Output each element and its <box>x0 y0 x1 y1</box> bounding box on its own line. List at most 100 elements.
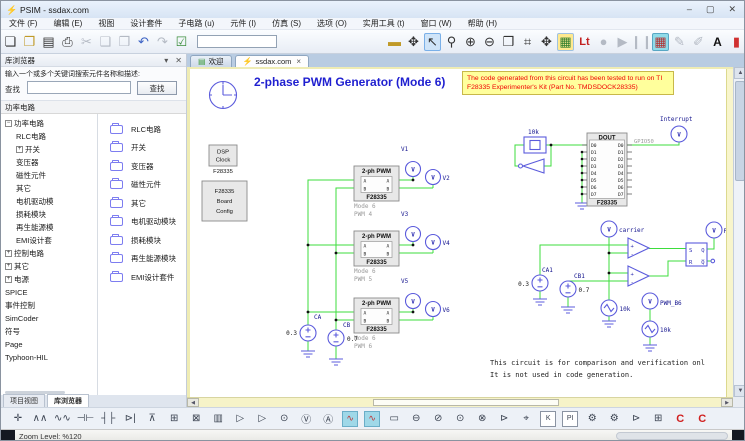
zoom-icon[interactable]: ⚲ <box>443 33 460 51</box>
find-button[interactable]: 查找 <box>137 81 177 95</box>
open-file-icon[interactable]: ❐ <box>21 33 38 51</box>
comparator-1[interactable]: + - <box>628 238 649 258</box>
tree-item[interactable]: 变压器 <box>1 156 97 169</box>
expand-icon[interactable]: + <box>5 263 12 270</box>
expand-icon[interactable]: + <box>5 250 12 257</box>
resistor-block-icon[interactable]: ▭ <box>386 411 402 427</box>
pause-icon[interactable]: ❙❙ <box>633 33 650 51</box>
comparator-2[interactable]: + - <box>628 266 649 286</box>
library-folder-item[interactable]: 再生能源模块 <box>98 250 186 269</box>
oscillator-resistor[interactable]: 10k <box>524 129 546 153</box>
scope-icon[interactable]: ∿ <box>342 411 358 427</box>
menu-item[interactable]: 帮助 (H) <box>460 18 505 29</box>
save-icon[interactable]: ▤ <box>40 33 57 51</box>
tab-library-browser[interactable]: 库浏览器 <box>47 394 89 407</box>
pi-block-icon[interactable]: PI <box>562 411 578 427</box>
current-sensor-icon[interactable]: ⚙ <box>606 411 622 427</box>
transformer-icon[interactable]: ⊞ <box>166 411 182 427</box>
capacitor-polar-icon[interactable]: ┤├ <box>100 411 116 427</box>
search-input[interactable] <box>27 81 131 94</box>
menu-item[interactable]: 子电路 (u) <box>170 18 222 29</box>
voltage-sensor-icon[interactable]: ⚙ <box>584 411 600 427</box>
library-folder-item[interactable]: EMI设计套件 <box>98 268 186 287</box>
menu-item[interactable]: 设计套件 <box>122 18 170 29</box>
menu-item[interactable]: 元件 (I) <box>222 18 264 29</box>
scope-icon[interactable]: ▦ <box>652 33 669 51</box>
opamp-icon[interactable]: ▷ <box>232 411 248 427</box>
source-ca1[interactable]: CA1 0.3 <box>518 267 553 291</box>
gain-block-icon[interactable]: K <box>540 411 556 427</box>
collapse-icon[interactable]: − <box>5 120 12 127</box>
pan-hand-icon[interactable]: ✥ <box>405 33 422 51</box>
diode-icon[interactable]: ⊳| <box>122 411 138 427</box>
paste-icon[interactable]: ❒ <box>116 33 133 51</box>
buffer-icon[interactable]: ⊳ <box>496 411 512 427</box>
tree-item[interactable]: SPICE <box>1 286 97 299</box>
source-sine-icon[interactable]: ⊘ <box>430 411 446 427</box>
menu-item[interactable]: 文件 (F) <box>1 18 45 29</box>
transformer-3ph-icon[interactable]: ⊠ <box>188 411 204 427</box>
copy-icon[interactable]: ❑ <box>97 33 114 51</box>
cut-icon[interactable]: ✂ <box>78 33 95 51</box>
junction-icon[interactable]: ✛ <box>10 411 26 427</box>
mosfet-icon[interactable]: ⊼ <box>144 411 160 427</box>
c-block-icon[interactable]: C <box>694 411 710 427</box>
tree-item[interactable]: 事件控制 <box>1 299 97 312</box>
zoom-area-icon[interactable]: ⌗ <box>519 33 536 51</box>
inductor-icon[interactable]: ∿∿ <box>54 411 71 427</box>
opamp-2-icon[interactable]: ▷ <box>254 411 270 427</box>
close-button[interactable]: ✕ <box>728 4 736 15</box>
tab-close-icon[interactable]: × <box>296 57 301 66</box>
source-cb1[interactable]: CB1 0.7 <box>560 273 590 297</box>
horizontal-scroll-thumb[interactable] <box>373 399 559 406</box>
zoom-out-icon[interactable]: ⊖ <box>481 33 498 51</box>
library-folder-item[interactable]: 开关 <box>98 139 186 158</box>
print-icon[interactable]: ⎙ <box>59 33 76 51</box>
simview-icon[interactable]: ▦ <box>557 33 574 51</box>
tab-project-view[interactable]: 项目视图 <box>3 394 45 407</box>
ltspice-icon[interactable]: Lt <box>576 33 593 51</box>
tree-item[interactable]: 电机驱动模 <box>1 195 97 208</box>
wave-source-2[interactable]: 10k <box>642 321 671 337</box>
capacitor-icon[interactable]: ⊣⊢ <box>77 411 94 427</box>
menu-item[interactable]: 视图 <box>90 18 122 29</box>
resistor-icon[interactable]: ∧∧ <box>32 411 48 427</box>
menu-item[interactable]: 实用工具 (t) <box>355 18 413 29</box>
panel-close-icon[interactable]: ✕ <box>175 56 182 65</box>
not-gate[interactable] <box>519 159 545 173</box>
tree-item[interactable]: +开关 <box>1 143 97 156</box>
menu-item[interactable]: 仿真 (S) <box>264 18 309 29</box>
run-icon[interactable]: ▶ <box>614 33 631 51</box>
sr-flipflop[interactable]: S Q R Q̅ <box>686 243 715 266</box>
source-dc-icon[interactable]: ⊖ <box>408 411 424 427</box>
toolbar-combo-input[interactable] <box>197 35 277 48</box>
redo-icon[interactable]: ↷ <box>154 33 171 51</box>
scroll-down-icon[interactable]: ▼ <box>734 385 745 397</box>
library-folder-item[interactable]: 磁性元件 <box>98 176 186 195</box>
verify-icon[interactable]: ☑ <box>173 33 190 51</box>
dout-block[interactable]: DOUT D0D0D1D1D2D2D3D3D4D4D5D5D6D6D7D7 F2… <box>581 133 654 207</box>
dsp-clock-block[interactable]: DSP Clock F28335 <box>209 145 237 175</box>
interrupt-probe[interactable]: V Interrupt <box>660 116 693 142</box>
pan-page-icon[interactable]: ✥ <box>538 33 555 51</box>
menu-item[interactable]: 窗口 (W) <box>413 18 460 29</box>
scroll-up-icon[interactable]: ▲ <box>734 67 745 79</box>
library-folder-item[interactable]: 损耗模块 <box>98 231 186 250</box>
probe-pencil-2-icon[interactable]: ✐ <box>690 33 707 51</box>
tab-ssdax[interactable]: ⚡ ssdax.com × <box>235 55 310 67</box>
menu-item[interactable]: 编辑 (E) <box>45 18 90 29</box>
carrier-wave-source[interactable]: 10k <box>601 300 631 316</box>
tree-item[interactable]: SimCoder <box>1 312 97 325</box>
wire-tool-icon[interactable]: ▬ <box>386 33 403 51</box>
flow-arrow-icon[interactable]: ⊳ <box>628 411 644 427</box>
horizontal-scrollbar[interactable]: ◀ ▶ <box>187 397 733 407</box>
tab-welcome[interactable]: ▤ 欢迎 <box>190 55 232 67</box>
select-arrow-icon[interactable]: ↖ <box>424 33 441 51</box>
tree-item[interactable]: EMI设计套 <box>1 234 97 247</box>
tree-item[interactable]: 其它 <box>1 182 97 195</box>
zoom-in-icon[interactable]: ⊕ <box>462 33 479 51</box>
minimize-button[interactable]: – <box>687 4 692 15</box>
category-header[interactable]: 功率电路 <box>1 101 186 114</box>
source-ca[interactable]: CA 0.3 <box>286 314 321 341</box>
scroll-left-icon[interactable]: ◀ <box>187 398 199 407</box>
